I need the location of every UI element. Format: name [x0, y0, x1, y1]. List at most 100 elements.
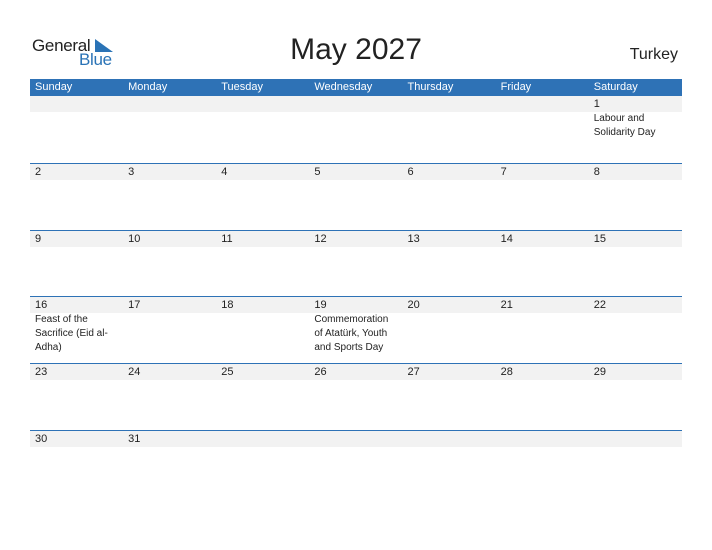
day-number — [309, 96, 403, 112]
week-row: 1 Labour and Solidarity Day — [30, 96, 682, 140]
week-row: 9 10 11 12 13 14 15 — [30, 230, 682, 247]
day-number — [30, 96, 124, 112]
day-number: 24 — [123, 364, 217, 380]
week-row: 2345678 — [30, 163, 682, 180]
day-number: 19 — [309, 297, 403, 313]
day-cell: 9 — [30, 231, 124, 247]
week-row: 23 24 25 26 27 28 29 — [30, 363, 682, 380]
day-cell: 1 Labour and Solidarity Day — [588, 96, 682, 140]
day-cell: 13 — [402, 231, 496, 247]
day-cell — [216, 431, 310, 447]
day-number — [495, 431, 589, 447]
day-number: 9 — [30, 231, 124, 247]
day-cell: 10 — [123, 231, 217, 247]
weekday-wednesday: Wednesday — [314, 81, 373, 93]
day-number: 14 — [495, 231, 589, 247]
day-number: 26 — [309, 364, 403, 380]
day-cell: 19 Commemoration of Atatürk, Youth and Sp… — [309, 297, 403, 355]
day-cell: 6 — [402, 164, 496, 180]
day-cell — [588, 431, 682, 447]
day-number: 18 — [216, 297, 310, 313]
day-number: 28 — [495, 364, 589, 380]
day-number: 2 — [30, 164, 124, 180]
day-number: 25 — [216, 364, 310, 380]
day-number: 31 — [123, 431, 217, 447]
day-number: 20 — [402, 297, 496, 313]
day-number: 29 — [588, 364, 682, 380]
day-number: 8 — [588, 164, 682, 180]
day-number: 17 — [123, 297, 217, 313]
country-label: Turkey — [629, 46, 678, 63]
weekday-sunday: Sunday — [35, 81, 73, 93]
day-number — [123, 96, 217, 112]
day-cell — [402, 431, 496, 447]
day-number — [588, 431, 682, 447]
day-cell: 17 — [123, 297, 217, 355]
day-number: 11 — [216, 231, 310, 247]
day-number: 3 — [123, 164, 217, 180]
day-cell: 25 — [216, 364, 310, 380]
day-cell: 23 — [30, 364, 124, 380]
day-number: 13 — [402, 231, 496, 247]
day-number: 6 — [402, 164, 496, 180]
day-number: 15 — [588, 231, 682, 247]
day-cell: 26 — [309, 364, 403, 380]
week-row: 30 31 — [30, 430, 682, 447]
day-cell — [123, 96, 217, 140]
weekday-monday: Monday — [128, 81, 168, 93]
day-cell — [309, 431, 403, 447]
day-number: 22 — [588, 297, 682, 313]
day-number: 1 — [588, 96, 682, 112]
day-cell: 28 — [495, 364, 589, 380]
calendar-title: May 2027 — [290, 33, 422, 66]
day-cell: 4 — [216, 164, 310, 180]
day-cell: 29 — [588, 364, 682, 380]
weekday-tuesday: Tuesday — [221, 81, 264, 93]
weekday-header: Sunday Monday Tuesday Wednesday Thursday… — [30, 79, 682, 96]
day-cell — [402, 96, 496, 140]
day-number — [216, 431, 310, 447]
day-number: 10 — [123, 231, 217, 247]
day-cell: 20 — [402, 297, 496, 355]
day-cell: 14 — [495, 231, 589, 247]
day-number: 7 — [495, 164, 589, 180]
day-number: 27 — [402, 364, 496, 380]
day-cell — [495, 431, 589, 447]
weekday-friday: Friday — [500, 81, 532, 93]
day-cell: 5 — [309, 164, 403, 180]
day-number: 21 — [495, 297, 589, 313]
day-cell: 30 — [30, 431, 124, 447]
day-cell: 7 — [495, 164, 589, 180]
day-number: 5 — [309, 164, 403, 180]
weekday-thursday: Thursday — [407, 81, 454, 93]
day-number — [402, 96, 496, 112]
day-cell — [216, 96, 310, 140]
day-number — [216, 96, 310, 112]
weekday-saturday: Saturday — [593, 81, 638, 93]
day-cell — [495, 96, 589, 140]
day-cell: 16 Feast of the Sacrifice (Eid al-Adha) — [30, 297, 124, 355]
day-cell — [309, 96, 403, 140]
day-cell: 2 — [30, 164, 124, 180]
day-number: 30 — [30, 431, 124, 447]
day-number — [309, 431, 403, 447]
week-row: 16 Feast of the Sacrifice (Eid al-Adha) 17… — [30, 296, 682, 355]
day-cell: 24 — [123, 364, 217, 380]
day-cell: 15 — [588, 231, 682, 247]
holiday-label: Labour and Solidarity Day — [593, 113, 656, 138]
day-cell — [30, 96, 124, 140]
day-cell: 11 — [216, 231, 310, 247]
day-number: 12 — [309, 231, 403, 247]
day-number — [402, 431, 496, 447]
day-cell: 31 — [123, 431, 217, 447]
day-cell: 21 — [495, 297, 589, 355]
day-number: 23 — [30, 364, 124, 380]
day-cell: 3 — [123, 164, 217, 180]
day-cell: 27 — [402, 364, 496, 380]
day-number — [495, 96, 589, 112]
day-cell: 18 — [216, 297, 310, 355]
holiday-label: Commemoration of Atatürk, Youth and Spor… — [314, 314, 389, 353]
day-number: 16 — [30, 297, 124, 313]
day-cell: 12 — [309, 231, 403, 247]
day-cell: 22 — [588, 297, 682, 355]
